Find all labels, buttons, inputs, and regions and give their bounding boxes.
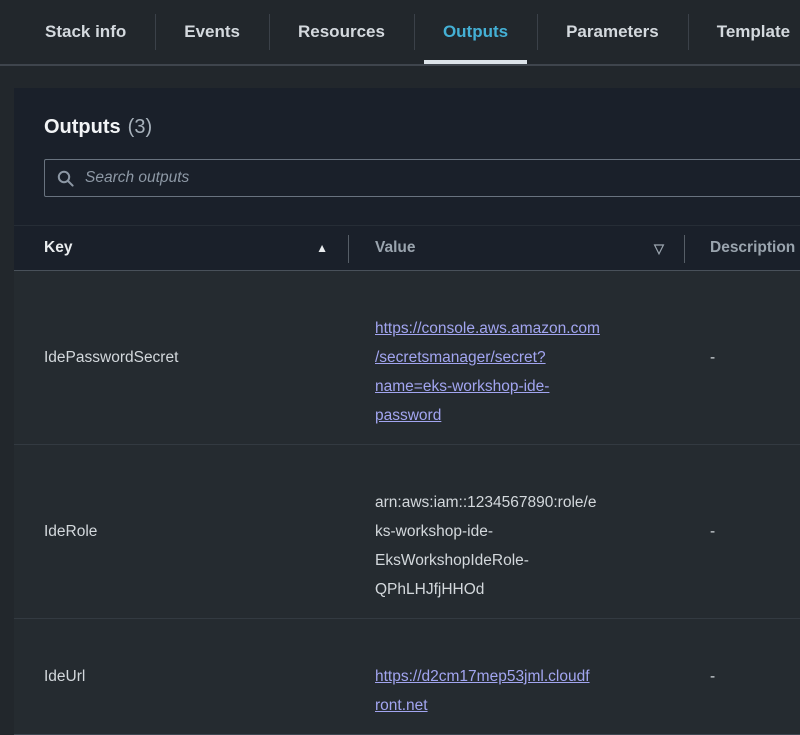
page-title: Outputs (3): [44, 116, 800, 139]
column-header-key-label: Key: [44, 239, 72, 257]
search-outputs-box: [44, 159, 800, 197]
sort-none-icon: ▽: [654, 242, 664, 255]
output-key: IdeUrl: [14, 668, 348, 686]
column-header-description-label: Description: [710, 239, 795, 257]
outputs-panel-header: Outputs (3): [14, 88, 800, 225]
output-key: IdeRole: [14, 523, 348, 541]
table-row: IdeUrl https://d2cm17mep53jml.cloudf ron…: [14, 618, 800, 735]
search-icon: [57, 170, 74, 187]
tab-events[interactable]: Events: [155, 0, 269, 64]
column-header-key[interactable]: Key ▲: [14, 226, 348, 270]
search-input[interactable]: [83, 168, 800, 188]
output-value-cell: https://console.aws.amazon.com /secretsm…: [348, 271, 684, 444]
column-header-value[interactable]: Value ▽: [348, 226, 684, 270]
tab-template[interactable]: Template: [688, 0, 800, 64]
outputs-count-badge: (3): [128, 116, 152, 138]
output-value-cell: https://d2cm17mep53jml.cloudf ront.net: [348, 619, 684, 734]
output-description: -: [684, 668, 800, 686]
output-description: -: [684, 349, 800, 367]
output-key: IdePasswordSecret: [14, 349, 348, 367]
output-value-link[interactable]: https://console.aws.amazon.com /secretsm…: [375, 320, 600, 424]
page-title-text: Outputs: [44, 116, 121, 138]
tab-parameters[interactable]: Parameters: [537, 0, 688, 64]
sort-ascending-icon: ▲: [316, 242, 328, 254]
output-value-cell: arn:aws:iam::1234567890:role/e ks-worksh…: [348, 445, 684, 618]
column-header-value-label: Value: [375, 239, 416, 257]
tab-resources[interactable]: Resources: [269, 0, 414, 64]
column-header-description[interactable]: Description: [684, 226, 800, 270]
tab-stack-info[interactable]: Stack info: [16, 0, 155, 64]
output-value-text: arn:aws:iam::1234567890:role/e ks-worksh…: [375, 494, 596, 598]
outputs-table-header: Key ▲ Value ▽ Description: [14, 225, 800, 271]
outputs-panel: Outputs (3) Key ▲ Value ▽ Description Ide…: [14, 88, 800, 735]
tab-outputs[interactable]: Outputs: [414, 0, 537, 64]
table-row: IdePasswordSecret https://console.aws.am…: [14, 271, 800, 444]
output-description: -: [684, 523, 800, 541]
output-value-link[interactable]: https://d2cm17mep53jml.cloudf ront.net: [375, 668, 590, 714]
outputs-table-body: IdePasswordSecret https://console.aws.am…: [14, 271, 800, 735]
table-row: IdeRole arn:aws:iam::1234567890:role/e k…: [14, 444, 800, 618]
stack-detail-tabs: Stack info Events Resources Outputs Para…: [0, 0, 800, 66]
